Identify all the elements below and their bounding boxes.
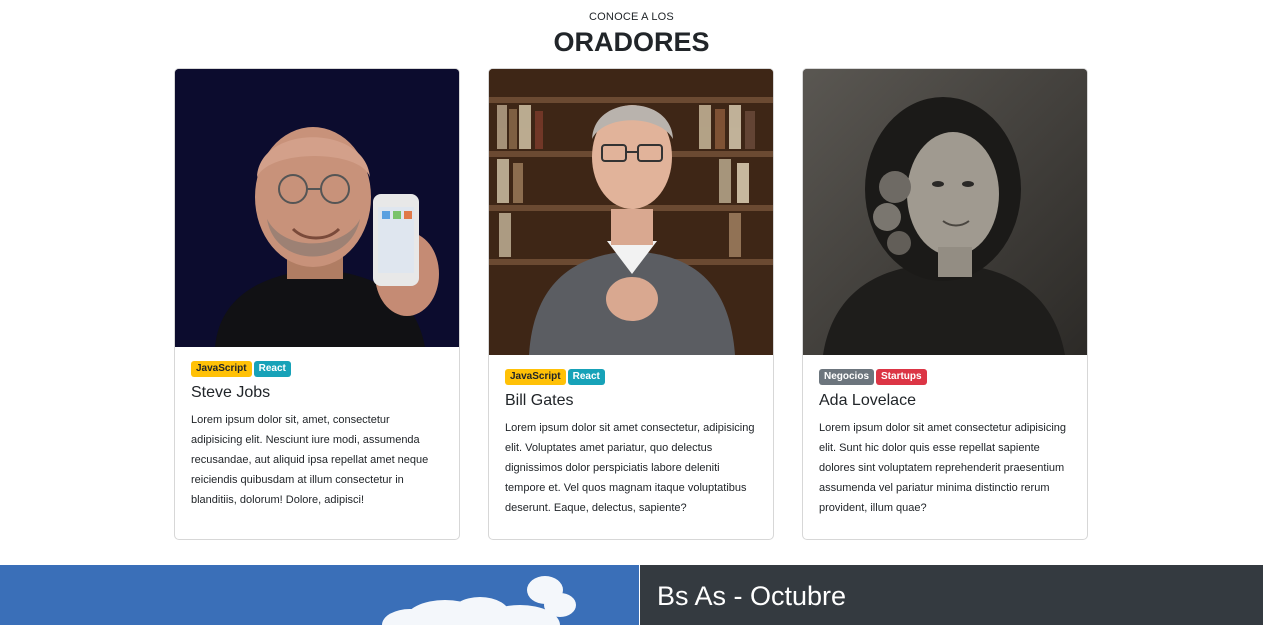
card-body: JavaScript React Bill Gates Lorem ipsum d… xyxy=(489,355,773,518)
badge-list: JavaScript React xyxy=(191,361,443,379)
tag-badge: Negocios xyxy=(819,369,875,385)
page: CONOCE A LOS ORADORES JavaScript React S… xyxy=(0,0,1263,625)
tag-badge: Startups xyxy=(876,369,927,385)
speaker-card: JavaScript React Bill Gates Lorem ipsum d… xyxy=(488,68,774,540)
event-photo xyxy=(0,565,639,625)
section-kicker: CONOCE A LOS xyxy=(589,11,674,23)
card-body: JavaScript React Steve Jobs Lorem ipsum d… xyxy=(175,347,459,510)
portrait-photo-icon xyxy=(175,69,459,347)
badge-list: Negocios Startups xyxy=(819,369,1071,387)
speaker-name: Ada Lovelace xyxy=(819,392,916,409)
tag-badge: JavaScript xyxy=(505,369,566,385)
tag-badge: React xyxy=(253,361,291,377)
event-title: Bs As - Octubre xyxy=(657,581,847,611)
speaker-card: Negocios Startups Ada Lovelace Lorem ipsu… xyxy=(802,68,1088,540)
speaker-photo xyxy=(175,69,459,347)
card-body: Negocios Startups Ada Lovelace Lorem ipsu… xyxy=(803,355,1087,518)
speaker-description: Lorem ipsum dolor sit amet consectetur, … xyxy=(505,422,755,514)
portrait-photo-icon xyxy=(489,69,773,355)
speaker-cards: JavaScript React Steve Jobs Lorem ipsum d… xyxy=(174,68,1090,540)
speaker-name: Steve Jobs xyxy=(191,384,271,401)
badge-list: JavaScript React xyxy=(505,369,757,387)
section-title: ORADORES xyxy=(553,27,710,57)
tag-badge: JavaScript xyxy=(191,361,252,377)
speaker-name: Bill Gates xyxy=(505,392,574,409)
event-banner: Bs As - Octubre xyxy=(0,565,1263,625)
speaker-description: Lorem ipsum dolor sit amet consectetur a… xyxy=(819,422,1067,514)
event-info-panel: Bs As - Octubre xyxy=(640,565,1263,625)
portrait-photo-icon xyxy=(803,69,1087,355)
speaker-photo xyxy=(803,69,1087,355)
speaker-photo xyxy=(489,69,773,355)
speaker-card: JavaScript React Steve Jobs Lorem ipsum d… xyxy=(174,68,460,540)
tag-badge: React xyxy=(567,369,605,385)
speaker-description: Lorem ipsum dolor sit, amet, consectetur… xyxy=(191,414,429,506)
sky-image-icon xyxy=(0,565,639,625)
